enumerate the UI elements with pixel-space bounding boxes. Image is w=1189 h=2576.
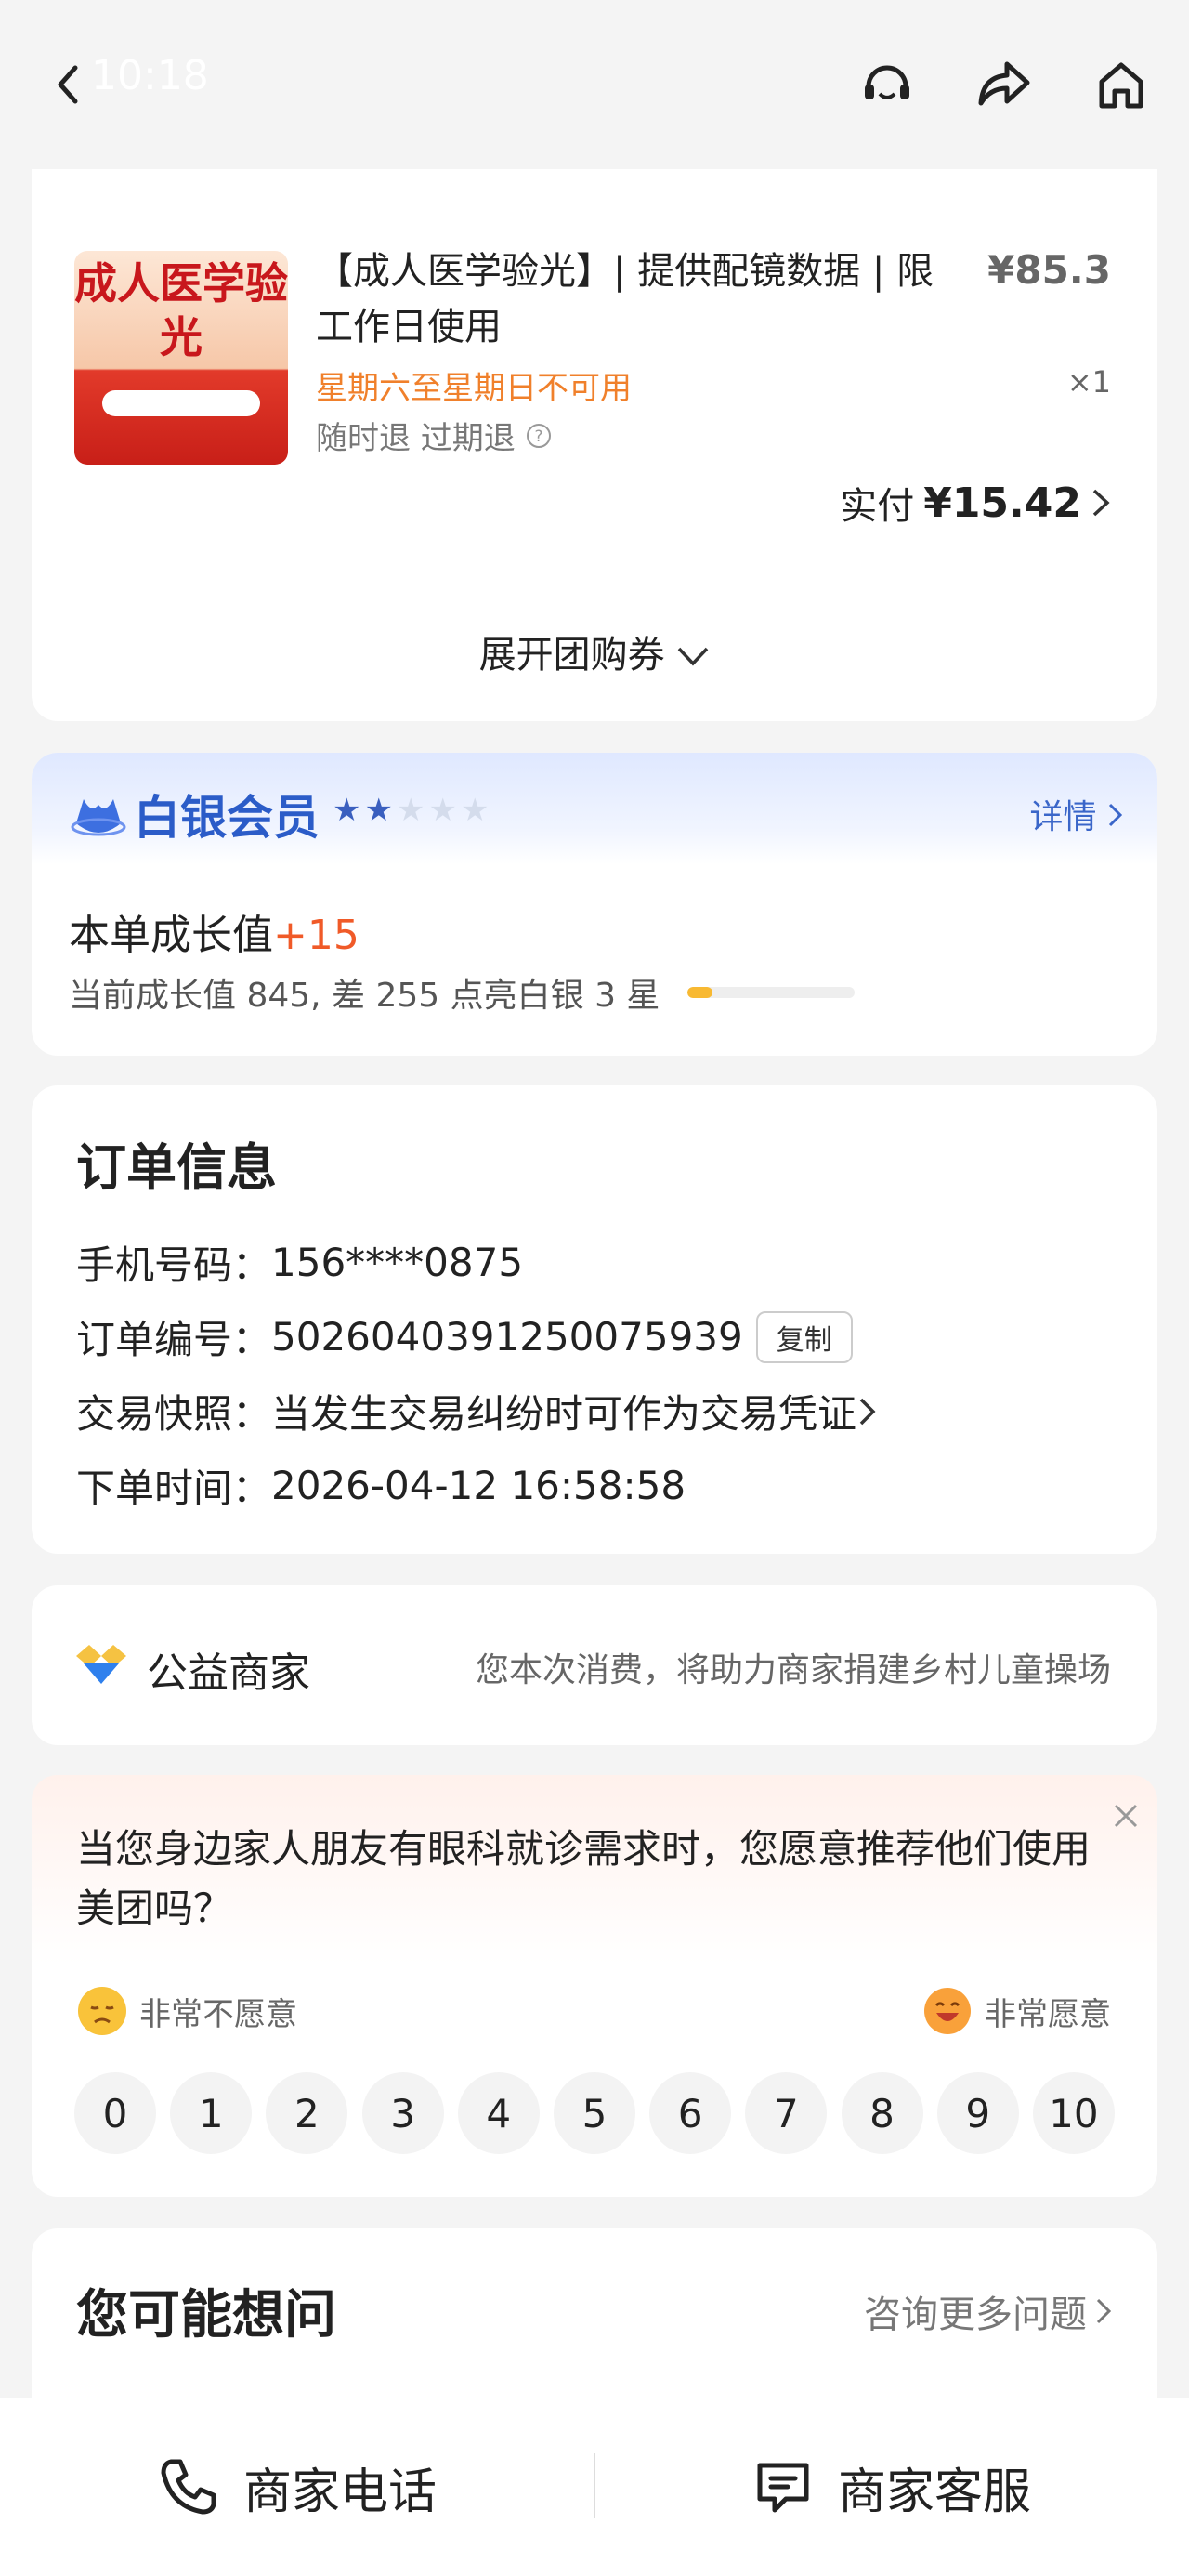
top-strip bbox=[32, 169, 1157, 206]
growth-plus: +15 bbox=[273, 912, 359, 959]
phone-label: 手机号码： bbox=[76, 1242, 272, 1288]
chevron-right-icon bbox=[1092, 489, 1110, 517]
product-price: ¥85.3 bbox=[987, 247, 1111, 293]
score-option-4[interactable]: 4 bbox=[457, 2072, 540, 2154]
refund-policy[interactable]: 随时退 过期退 ? bbox=[316, 413, 553, 458]
score-option-1[interactable]: 1 bbox=[170, 2072, 253, 2154]
phone-row: 手机号码： 156****0875 bbox=[76, 1234, 523, 1291]
score-option-0[interactable]: 0 bbox=[74, 2072, 156, 2154]
paid-amount: ¥15.42 bbox=[923, 479, 1081, 527]
growth-progress-bar bbox=[687, 987, 855, 998]
help-icon: ? bbox=[526, 423, 551, 448]
product-image-badge bbox=[102, 390, 260, 416]
star-empty-icon: ★ bbox=[460, 792, 490, 829]
growth-description: 当前成长值 845, 差 255 点亮白银 3 星 bbox=[69, 977, 660, 1015]
faq-title: 您可能想问 bbox=[76, 2285, 336, 2346]
share-icon[interactable] bbox=[972, 52, 1037, 117]
star-empty-icon: ★ bbox=[396, 792, 425, 829]
faq-more-label: 咨询更多问题 bbox=[864, 2293, 1087, 2336]
score-option-9[interactable]: 9 bbox=[936, 2072, 1019, 2154]
score-option-5[interactable]: 5 bbox=[553, 2072, 635, 2154]
order-no-label: 订单编号： bbox=[76, 1317, 272, 1362]
product-image[interactable]: 成人医学验光 bbox=[74, 251, 288, 465]
star-empty-icon: ★ bbox=[428, 792, 457, 829]
survey-low-text: 非常不愿意 bbox=[139, 1995, 297, 2033]
member-level: 白银会员 bbox=[134, 791, 320, 845]
chevron-right-icon bbox=[1096, 2298, 1112, 2324]
product-title[interactable]: 【成人医学验光】| 提供配镜数据 | 限工作日使用 bbox=[316, 243, 966, 355]
phone-value: 156****0875 bbox=[271, 1240, 524, 1285]
member-badge-icon bbox=[71, 799, 126, 836]
svg-text:?: ? bbox=[534, 427, 542, 446]
order-time-label: 下单时间： bbox=[76, 1465, 272, 1511]
growth-value: 本单成长值+15 bbox=[69, 901, 359, 961]
chat-icon bbox=[757, 2463, 809, 2513]
expand-vouchers-button[interactable]: 展开团购券 bbox=[32, 624, 1157, 678]
charity-text: 您本次消费，将助力商家捐建乡村儿童操场 bbox=[475, 1651, 1111, 1689]
faq-more-link[interactable]: 咨询更多问题 bbox=[864, 2284, 1113, 2338]
home-icon[interactable] bbox=[1089, 52, 1154, 117]
phone-icon bbox=[161, 2459, 216, 2515]
copy-button[interactable]: 复制 bbox=[755, 1310, 853, 1363]
charity-card[interactable]: 公益商家 您本次消费，将助力商家捐建乡村儿童操场 bbox=[32, 1585, 1157, 1745]
survey-high-label: 非常愿意 bbox=[923, 1987, 1111, 2035]
merchant-service-label: 商家客服 bbox=[837, 2464, 1031, 2520]
star-filled-icon: ★ bbox=[333, 792, 361, 829]
star-filled-icon: ★ bbox=[364, 792, 393, 829]
detail-label: 详情 bbox=[1029, 798, 1097, 836]
survey-low-label: 非常不愿意 bbox=[78, 1987, 297, 2035]
unavailable-note: 星期六至星期日不可用 bbox=[316, 370, 632, 407]
chevron-right-icon bbox=[859, 1398, 876, 1425]
order-info-title: 订单信息 bbox=[76, 1138, 277, 1197]
order-info-card: 订单信息 手机号码： 156****0875 订单编号： 50260403912… bbox=[32, 1085, 1157, 1554]
paid-amount-row[interactable]: 实付 ¥15.42 bbox=[840, 476, 1111, 530]
score-options: 0 1 2 3 4 5 6 7 8 9 10 bbox=[74, 2072, 1115, 2154]
product-qty: ×1 bbox=[1066, 364, 1111, 400]
snapshot-row[interactable]: 交易快照： 当发生交易纠纷时可作为交易凭证 bbox=[76, 1383, 879, 1439]
score-option-7[interactable]: 7 bbox=[745, 2072, 828, 2154]
merchant-phone-label: 商家电话 bbox=[242, 2464, 437, 2520]
merchant-phone-button[interactable]: 商家电话 bbox=[0, 2398, 594, 2576]
snapshot-value: 当发生交易纠纷时可作为交易凭证 bbox=[271, 1391, 857, 1437]
refund-text: 随时退 过期退 bbox=[316, 420, 516, 457]
growth-label: 本单成长值 bbox=[69, 912, 273, 959]
score-option-2[interactable]: 2 bbox=[266, 2072, 348, 2154]
back-icon[interactable] bbox=[37, 52, 102, 117]
headset-icon[interactable] bbox=[855, 52, 920, 117]
score-option-8[interactable]: 8 bbox=[841, 2072, 923, 2154]
snapshot-label: 交易快照： bbox=[76, 1391, 272, 1437]
chevron-down-icon bbox=[678, 647, 709, 666]
survey-high-text: 非常愿意 bbox=[985, 1995, 1111, 2033]
expand-label: 展开团购券 bbox=[478, 634, 665, 677]
close-icon[interactable] bbox=[1111, 1801, 1141, 1831]
bottom-action-bar: 商家电话 商家客服 bbox=[0, 2398, 1189, 2576]
status-time: 10:18 bbox=[91, 52, 209, 99]
charity-label: 公益商家 bbox=[147, 1649, 310, 1697]
product-card[interactable]: 成人医学验光 【成人医学验光】| 提供配镜数据 | 限工作日使用 ¥85.3 星… bbox=[32, 206, 1157, 721]
member-stars: ★ ★ ★ ★ ★ bbox=[333, 792, 489, 829]
order-time-value: 2026-04-12 16:58:58 bbox=[271, 1463, 686, 1508]
charity-logo-icon bbox=[76, 1645, 126, 1684]
score-option-6[interactable]: 6 bbox=[649, 2072, 732, 2154]
chevron-right-icon bbox=[1108, 803, 1123, 827]
paid-label: 实付 bbox=[840, 485, 915, 528]
survey-question: 当您身边家人朋友有眼科就诊需求时，您愿意推荐他们使用美团吗？ bbox=[76, 1826, 1091, 1931]
member-card[interactable]: 白银会员 ★ ★ ★ ★ ★ 详情 本单成长值+15 当前成长值 845, 差 255 … bbox=[32, 753, 1157, 1056]
survey-card: 当您身边家人朋友有眼科就诊需求时，您愿意推荐他们使用美团吗？ 非常不愿意 非常愿… bbox=[32, 1775, 1157, 2197]
score-option-3[interactable]: 3 bbox=[361, 2072, 444, 2154]
order-no-row: 订单编号： 5026040391250075939 复制 bbox=[76, 1308, 853, 1365]
happy-face-icon bbox=[923, 1987, 972, 2035]
order-time-row: 下单时间： 2026-04-12 16:58:58 bbox=[76, 1457, 686, 1514]
merchant-service-button[interactable]: 商家客服 bbox=[594, 2398, 1189, 2576]
member-detail-link[interactable]: 详情 bbox=[1030, 790, 1124, 838]
sad-face-icon bbox=[78, 1987, 126, 2035]
score-option-10[interactable]: 10 bbox=[1032, 2072, 1115, 2154]
growth-progress-fill bbox=[687, 987, 712, 998]
product-image-text: 成人医学验光 bbox=[74, 258, 288, 362]
order-no-value: 5026040391250075939 bbox=[271, 1314, 743, 1360]
